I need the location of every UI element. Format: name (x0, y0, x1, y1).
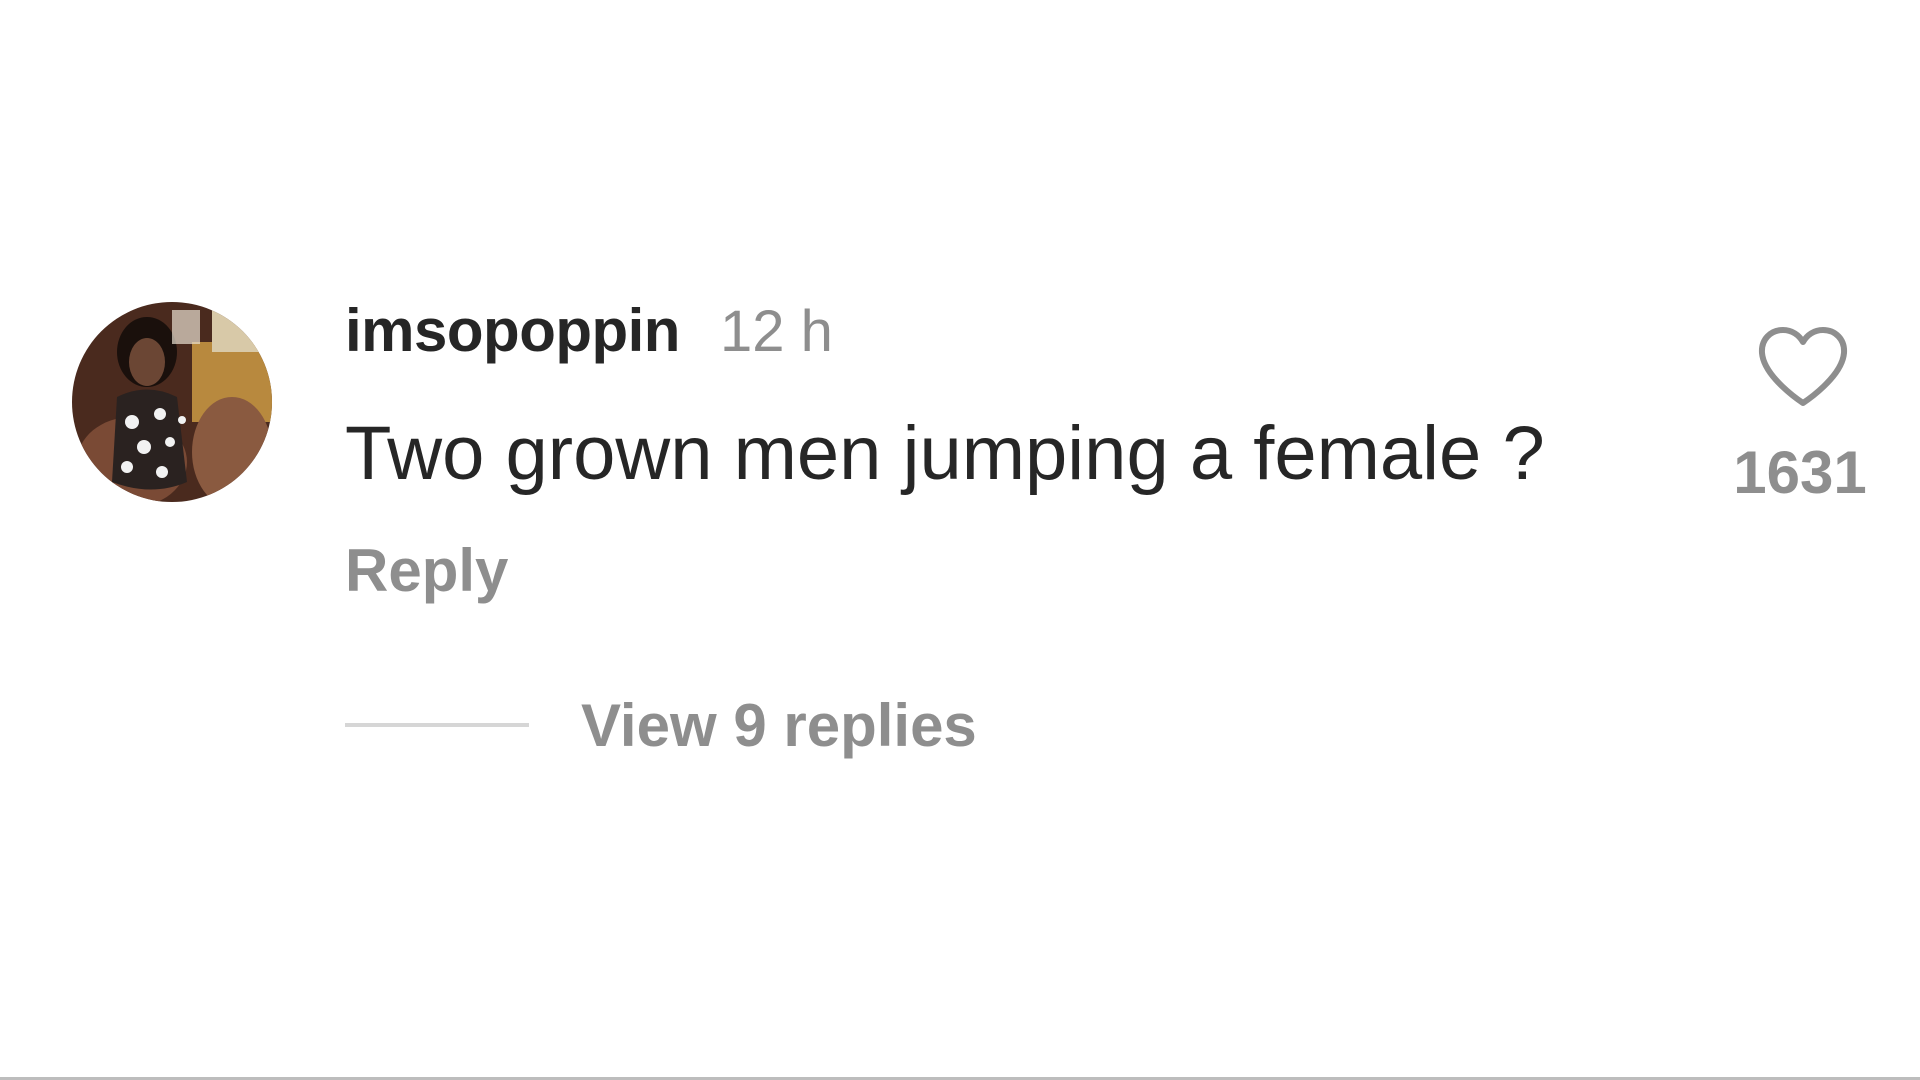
comment-header: imsopoppin 12 h (345, 296, 833, 366)
view-replies-label: View 9 replies (581, 691, 977, 759)
avatar[interactable] (72, 302, 272, 502)
comment-text: Two grown men jumping a female ? (345, 411, 1545, 496)
reply-button[interactable]: Reply (345, 536, 508, 605)
comment-item: imsopoppin 12 h Two grown men jumping a … (0, 0, 1920, 1080)
view-replies-button[interactable]: View 9 replies (345, 690, 977, 760)
heart-outline-icon (1758, 327, 1848, 406)
comment-timestamp: 12 h (719, 299, 833, 364)
avatar-photo (72, 302, 272, 502)
replies-divider (345, 723, 529, 727)
like-button[interactable] (1756, 325, 1850, 409)
like-count: 1631 (1733, 439, 1867, 506)
username-link[interactable]: imsopoppin (345, 296, 680, 365)
